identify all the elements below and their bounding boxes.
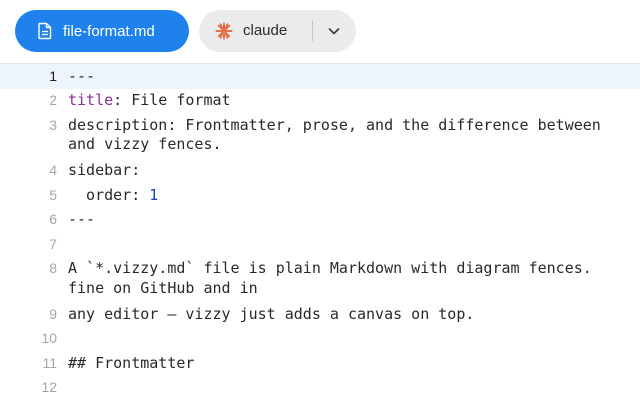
line-text-wrapped: fine on GitHub and in — [68, 278, 258, 297]
text-segment: --- — [68, 66, 96, 85]
file-tab-label: file-format.md — [63, 22, 155, 40]
text-segment: ## Frontmatter — [68, 353, 195, 372]
tab-bar: file-format.md claude — [0, 0, 640, 64]
model-label: claude — [243, 22, 288, 39]
divider — [312, 21, 313, 41]
model-selector[interactable]: claude — [199, 10, 356, 52]
line-number: 6 — [49, 211, 57, 227]
chevron-down-icon[interactable] — [327, 24, 341, 38]
line-number: 8 — [49, 260, 57, 276]
text-segment: A `*.vizzy.md` file is plain Markdown wi… — [68, 259, 592, 277]
yaml-number: 1 — [149, 185, 159, 204]
line-text: ## Frontmatter — [68, 354, 194, 372]
line-number: 7 — [49, 235, 57, 252]
editor-line[interactable]: 1 --- — [0, 64, 640, 89]
line-number: 10 — [41, 330, 57, 346]
text-segment: --- — [68, 210, 96, 228]
line-text: sidebar: — [68, 161, 140, 179]
line-text: --- — [68, 67, 95, 85]
text-segment: : File format — [113, 91, 231, 109]
editor-line[interactable]: 10 — [0, 327, 640, 352]
line-number: 3 — [49, 116, 57, 133]
line-number: 11 — [42, 354, 57, 371]
line-text: any editor — vizzy just adds a canvas on… — [68, 305, 474, 323]
document-icon — [38, 22, 52, 40]
line-number: 1 — [49, 67, 57, 84]
text-segment: description: Frontmatter, prose, and the… — [68, 115, 601, 134]
editor-line[interactable]: 9 any editor — vizzy just adds a canvas o… — [0, 302, 640, 327]
line-text: --- — [68, 210, 95, 228]
code-editor[interactable]: 1 --- 2 title: File format 3 description: Fro… — [0, 64, 640, 400]
file-tab[interactable]: file-format.md — [15, 10, 189, 52]
editor-line[interactable]: 7 — [0, 232, 640, 257]
line-number: 9 — [49, 305, 57, 322]
line-number: 5 — [49, 186, 57, 203]
editor-line[interactable]: 5 order: 1 — [0, 183, 640, 208]
line-number: 12 — [41, 379, 57, 395]
claude-spark-icon — [215, 22, 233, 40]
line-text: description: Frontmatter, prose, and the… — [68, 116, 601, 134]
editor-line[interactable]: 11 ## Frontmatter — [0, 351, 640, 376]
line-number: 4 — [49, 162, 57, 178]
editor-line[interactable]: 4 sidebar: — [0, 159, 640, 184]
line-text-wrapped: and vizzy fences. — [68, 135, 222, 153]
editor-line[interactable]: 12 — [0, 376, 640, 400]
editor-line[interactable]: 8 A `*.vizzy.md` file is plain Markdown w… — [0, 257, 640, 303]
line-text: A `*.vizzy.md` file is plain Markdown wi… — [68, 259, 592, 277]
yaml-key: title — [68, 91, 114, 109]
text-segment: order: — [68, 185, 150, 204]
line-text: order: 1 — [68, 186, 158, 204]
editor-line[interactable]: 6 --- — [0, 208, 640, 233]
line-text: title: File format — [68, 91, 231, 109]
text-segment: any editor — vizzy just adds a canvas on… — [68, 304, 475, 323]
text-segment: sidebar: — [68, 161, 141, 179]
line-number: 2 — [49, 92, 57, 108]
editor-line[interactable]: 2 title: File format — [0, 89, 640, 114]
editor-line[interactable]: 3 description: Frontmatter, prose, and th… — [0, 113, 640, 159]
